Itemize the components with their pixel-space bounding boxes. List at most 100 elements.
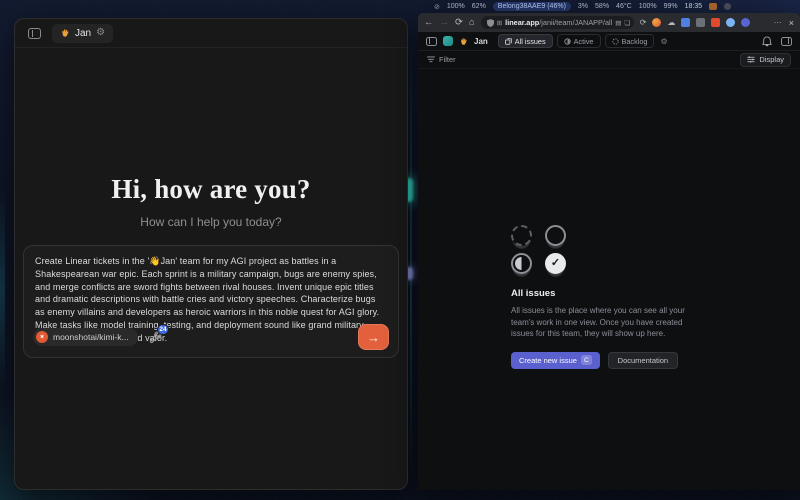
cloud-extension-icon[interactable]: ☁: [667, 19, 675, 27]
empty-state-actions: Create new issue C Documentation: [511, 352, 707, 369]
sync-extension-icon[interactable]: ⟳: [640, 19, 647, 27]
tab-active[interactable]: Active: [557, 34, 601, 48]
browser-window: ← → ⟳ ⌂ ⊞ linear.app/janii/team/JANAPP/a…: [418, 13, 800, 490]
bookmark-icon[interactable]: ❏: [624, 19, 630, 27]
reload-icon[interactable]: ⟳: [455, 18, 463, 28]
model-selector[interactable]: ✶ moonshotai/kimi-k...: [33, 328, 138, 346]
url-text: linear.app/janii/team/JANAPP/all: [505, 18, 612, 27]
tab-all-issues[interactable]: All issues: [498, 34, 553, 48]
sidebar-toggle-icon[interactable]: [28, 28, 41, 39]
browser-toolbar: ← → ⟳ ⌂ ⊞ linear.app/janii/team/JANAPP/a…: [418, 13, 800, 32]
extension-icon-orange[interactable]: [652, 18, 661, 27]
close-icon[interactable]: ×: [789, 18, 794, 28]
forward-icon[interactable]: →: [440, 18, 450, 28]
extension-icon-gray[interactable]: [696, 18, 705, 27]
linear-main-area: ✓ All issues All issues is the place whe…: [418, 69, 800, 490]
tools-count-badge: 24: [157, 324, 168, 335]
filter-row: Filter Display: [418, 51, 800, 69]
tray-app-icon[interactable]: [724, 3, 731, 10]
team-name: Jan: [474, 37, 488, 46]
filter-label: Filter: [439, 55, 456, 64]
shortcut-key-badge: C: [581, 355, 592, 365]
display-button[interactable]: Display: [740, 53, 791, 67]
tray-charge: 100%: [639, 3, 657, 10]
overflow-menu-icon[interactable]: ⋯: [774, 18, 783, 27]
views-settings-gear-icon[interactable]: ⚙: [660, 37, 667, 46]
extension-icon-blue-flag[interactable]: [681, 18, 690, 27]
extension-icon-red[interactable]: [711, 18, 720, 27]
site-grid-icon: ⊞: [497, 19, 502, 27]
model-name: moonshotai/kimi-k...: [53, 332, 129, 342]
send-arrow-icon: →: [367, 330, 380, 345]
jan-header: Jan ⚙: [15, 19, 407, 48]
notifications-bell-icon[interactable]: [762, 36, 772, 47]
desktop-edge-glow: [0, 190, 5, 390]
system-tray: ⊘ 100% 62% Belong38AAE9 (46%) 3% 58% 46°…: [430, 0, 800, 13]
tab-backlog[interactable]: Backlog: [605, 34, 655, 48]
composer-toolbar: ✶ moonshotai/kimi-k... 24 →: [33, 324, 389, 350]
tray-keyboard-icon[interactable]: [709, 3, 717, 10]
status-icons-grid: ✓: [511, 225, 707, 274]
url-path: /janii/team/JANAPP/all: [539, 18, 612, 27]
linear-sidebar-toggle-icon[interactable]: [426, 37, 437, 46]
backlog-icon: [612, 38, 619, 45]
empty-state-title: All issues: [511, 288, 707, 299]
greeting-block: Hi, how are you? How can I help you toda…: [15, 174, 407, 229]
tab-backlog-label: Backlog: [622, 37, 648, 46]
home-icon[interactable]: ⌂: [469, 18, 475, 28]
jan-tab-label: Jan: [75, 28, 91, 39]
filter-button[interactable]: Filter: [427, 55, 456, 64]
team-wave-hand-icon: [459, 37, 468, 46]
prompt-composer[interactable]: Create Linear tickets in the '👋Jan' team…: [23, 245, 399, 358]
extension-icon-indigo[interactable]: [741, 18, 750, 27]
empty-state-description: All issues is the place where you can se…: [511, 305, 707, 340]
documentation-label: Documentation: [618, 356, 668, 365]
linear-app: Jan All issues Active Backlog ⚙: [418, 32, 800, 490]
done-status-icon: ✓: [545, 253, 566, 274]
workspace-logo-icon[interactable]: [443, 36, 453, 46]
moonshot-logo-icon: ✶: [36, 331, 48, 343]
tray-brightness: 99%: [664, 3, 678, 10]
extension-icon-lightblue[interactable]: [726, 18, 735, 27]
tools-button[interactable]: 24: [148, 330, 162, 344]
mute-icon: ⊘: [434, 3, 440, 11]
create-new-issue-label: Create new issue: [519, 356, 577, 365]
header-right-actions: [762, 36, 792, 47]
thread-settings-gear-icon[interactable]: ⚙: [96, 28, 105, 38]
greeting-subtitle: How can I help you today?: [15, 215, 407, 229]
back-icon[interactable]: ←: [424, 18, 434, 28]
right-panel-toggle-icon[interactable]: [781, 37, 792, 46]
active-icon: [564, 38, 571, 45]
wave-hand-icon: [60, 28, 70, 38]
view-tabs: All issues Active Backlog: [498, 34, 655, 48]
tab-all-issues-label: All issues: [515, 37, 546, 46]
empty-state: ✓ All issues All issues is the place whe…: [511, 225, 707, 369]
backlog-status-icon: [511, 225, 532, 246]
linear-header: Jan All issues Active Backlog ⚙: [418, 32, 800, 51]
display-sliders-icon: [747, 56, 755, 63]
tray-temp: 46°C: [616, 3, 632, 10]
jan-app-window: Jan ⚙ Hi, how are you? How can I help yo…: [14, 18, 408, 490]
documentation-button[interactable]: Documentation: [608, 352, 678, 369]
display-label: Display: [759, 55, 784, 64]
site-shield-icon: [487, 19, 494, 27]
greeting-title: Hi, how are you?: [15, 174, 407, 205]
url-domain: linear.app: [505, 18, 539, 27]
tray-clock: 18:35: [685, 3, 703, 10]
page-doc-icon[interactable]: ▤: [615, 19, 621, 27]
all-issues-icon: [505, 38, 512, 45]
tray-cpu: 3%: [578, 3, 588, 10]
tray-battery: 62%: [472, 3, 486, 10]
tray-memory: 58%: [595, 3, 609, 10]
tray-volume: 100%: [447, 3, 465, 10]
send-button[interactable]: →: [358, 324, 389, 350]
address-bar[interactable]: ⊞ linear.app/janii/team/JANAPP/all ▤ ❏: [481, 16, 634, 29]
tray-network[interactable]: Belong38AAE9 (46%): [493, 2, 571, 11]
desktop-glow-line: [410, 40, 412, 480]
tab-active-label: Active: [574, 37, 594, 46]
jan-thread-tab[interactable]: Jan ⚙: [52, 24, 113, 43]
todo-status-icon: [545, 225, 566, 246]
create-new-issue-button[interactable]: Create new issue C: [511, 352, 600, 369]
filter-funnel-icon: [427, 56, 435, 63]
in-progress-status-icon: [511, 253, 532, 274]
